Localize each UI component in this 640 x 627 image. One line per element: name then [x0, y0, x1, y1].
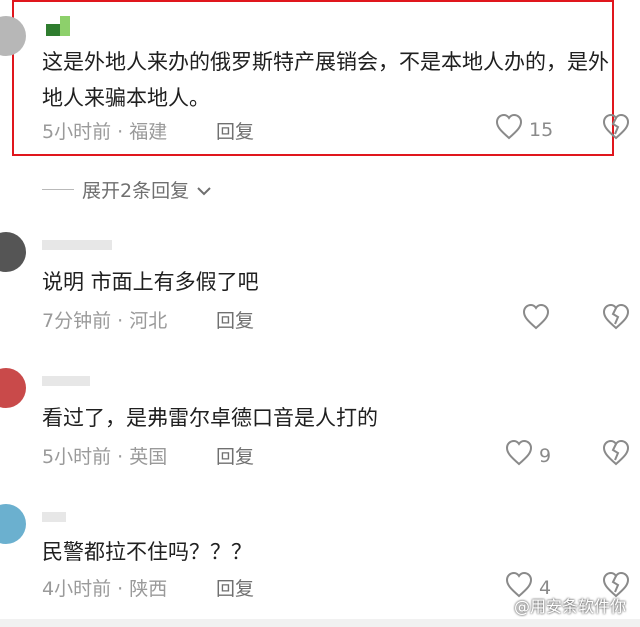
- dislike-button[interactable]: [602, 303, 630, 334]
- timestamp: 7分钟前: [42, 310, 112, 332]
- divider-line: [42, 189, 74, 190]
- comment-text: 说明 市面上有多假了吧: [42, 270, 259, 294]
- meta-separator: ·: [111, 446, 130, 468]
- reply-button[interactable]: 回复: [216, 117, 254, 144]
- meta-separator: ·: [111, 121, 130, 143]
- watermark-text: @用安条软件你: [513, 597, 626, 616]
- meta-separator: ·: [111, 310, 130, 332]
- expand-replies-label: 展开2条回复: [82, 180, 190, 202]
- expand-replies-button[interactable]: 展开2条回复: [42, 176, 211, 203]
- like-button[interactable]: 9: [505, 439, 552, 471]
- heart-icon: [495, 113, 523, 145]
- dislike-button[interactable]: [602, 439, 630, 470]
- comment-item: 说明 市面上有多假了吧 7分钟前 · 河北 回复: [0, 232, 640, 332]
- broken-heart-icon: [602, 439, 630, 470]
- comment-item: 看过了，是弗雷尔卓德口音是人打的 5小时前 · 英国 回复 9: [0, 368, 640, 468]
- comment-meta: 5小时前 · 福建: [42, 117, 167, 144]
- heart-icon: [505, 439, 533, 471]
- avatar[interactable]: [0, 368, 26, 408]
- like-count: 15: [529, 118, 554, 141]
- comment-item: 这是外地人来办的俄罗斯特产展销会，不是本地人办的，是外地人来骗本地人。 5小时前…: [0, 0, 640, 160]
- timestamp: 5小时前: [42, 446, 112, 468]
- like-count: 9: [539, 444, 552, 467]
- location: 河北: [129, 310, 168, 332]
- comment-meta: 4小时前 · 陕西: [42, 574, 167, 601]
- reply-button[interactable]: 回复: [216, 574, 254, 601]
- comment-meta: 7分钟前 · 河北: [42, 306, 167, 333]
- location: 英国: [129, 446, 168, 468]
- comment-text: 看过了，是弗雷尔卓德口音是人打的: [42, 406, 378, 430]
- dislike-button[interactable]: [602, 113, 630, 144]
- reply-button[interactable]: 回复: [216, 442, 254, 469]
- avatar[interactable]: [0, 504, 26, 544]
- username-badge: [44, 14, 74, 36]
- location: 福建: [129, 121, 168, 143]
- meta-separator: ·: [111, 578, 130, 600]
- comment-text: 这是外地人来办的俄罗斯特产展销会，不是本地人办的，是外地人来骗本地人。: [42, 50, 609, 110]
- location: 陕西: [129, 578, 168, 600]
- broken-heart-icon: [602, 303, 630, 334]
- timestamp: 5小时前: [42, 121, 112, 143]
- username-placeholder: [42, 240, 112, 250]
- username-placeholder: [42, 376, 90, 386]
- broken-heart-icon: [602, 113, 630, 144]
- chevron-down-icon: [197, 179, 211, 201]
- comment-meta: 5小时前 · 英国: [42, 442, 167, 469]
- heart-icon: [522, 303, 550, 335]
- timestamp: 4小时前: [42, 578, 112, 600]
- watermark: @用安条软件你: [514, 593, 626, 617]
- like-button[interactable]: 15: [495, 113, 554, 145]
- avatar[interactable]: [0, 232, 26, 272]
- bottom-strip: [0, 619, 640, 627]
- like-button[interactable]: [522, 303, 550, 335]
- comment-text: 民警都拉不住吗？？？: [42, 540, 252, 564]
- reply-button[interactable]: 回复: [216, 306, 254, 333]
- username-placeholder: [42, 512, 66, 522]
